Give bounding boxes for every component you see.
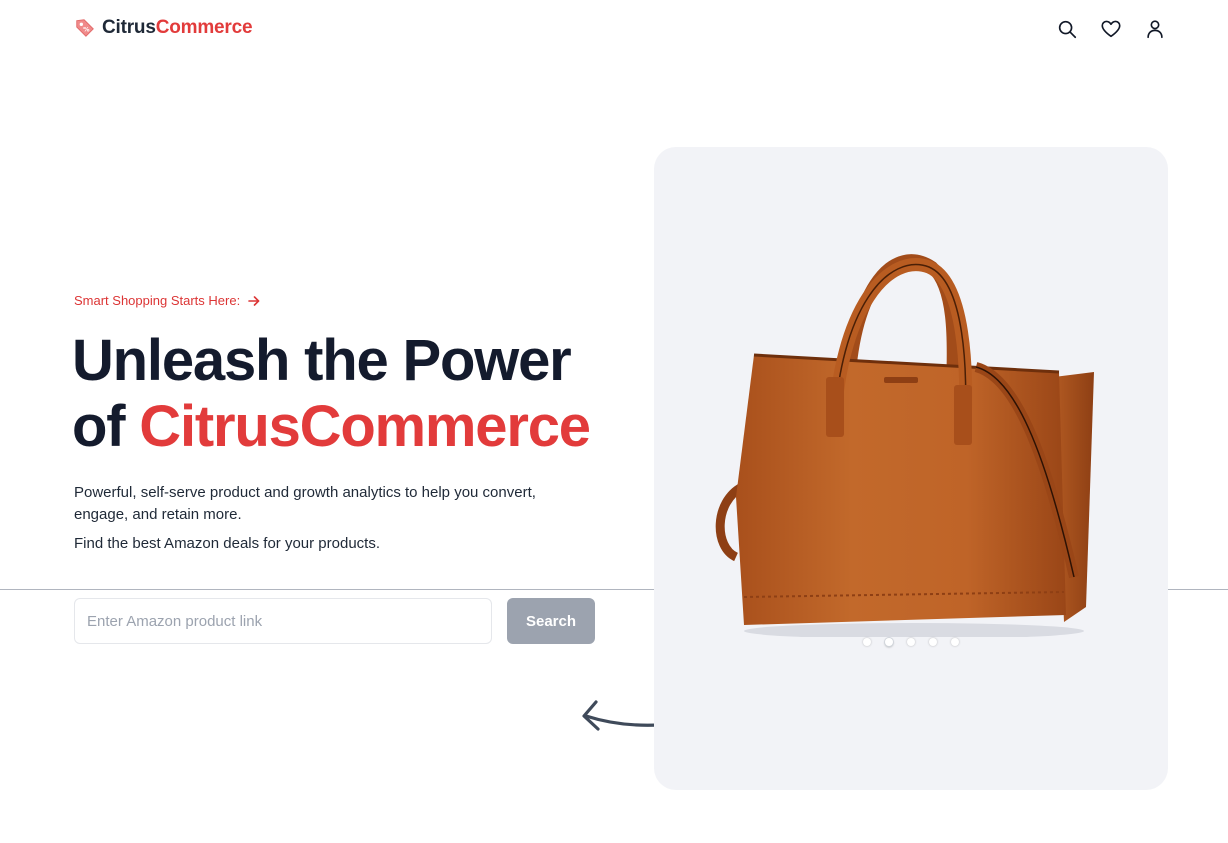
hero-description: Powerful, self-serve product and growth … [74,484,536,523]
carousel-dot[interactable] [951,638,959,646]
price-tag-icon: % [76,19,94,37]
arrow-right-icon [248,295,260,306]
product-carousel[interactable] [654,147,1168,790]
carousel-dot[interactable] [907,638,915,646]
header-actions [1056,18,1166,40]
user-icon[interactable] [1144,18,1166,40]
search-button[interactable]: Search [507,598,595,644]
landing-page: % CitrusCommerce Smart Shopping Starts H… [0,0,1228,843]
headline-of: of [72,394,140,459]
product-image [715,254,1094,637]
brand-logo[interactable]: % CitrusCommerce [74,17,253,39]
hero-headline: Unleash the Power of CitrusCommerce [72,328,591,460]
amazon-link-input[interactable] [74,598,492,644]
carousel-dot[interactable] [929,638,937,646]
hero-subdescription: Find the best Amazon deals for your prod… [74,535,380,552]
search-icon[interactable] [1056,18,1078,40]
brand-name: CitrusCommerce [102,17,253,38]
headline-accent: CitrusCommerce [139,394,591,459]
svg-text:%: % [83,26,90,34]
eyebrow-link[interactable]: Smart Shopping Starts Here: [74,293,260,308]
carousel-dot[interactable] [863,638,871,646]
site-header: % CitrusCommerce [0,0,1228,60]
carousel-dots [863,638,959,646]
headline-line1: Unleash the Power [72,328,572,393]
eyebrow-text: Smart Shopping Starts Here: [74,293,241,308]
carousel-dot-active[interactable] [885,638,893,646]
heart-icon[interactable] [1100,18,1122,40]
